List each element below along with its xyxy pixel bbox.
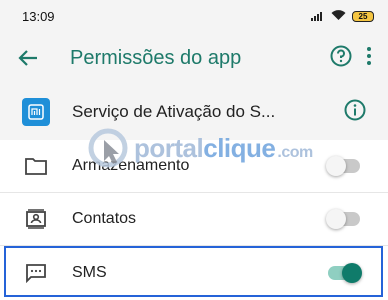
contacts-toggle[interactable] bbox=[326, 209, 360, 229]
battery-icon: 25 bbox=[352, 10, 374, 22]
wifi-icon bbox=[331, 9, 346, 24]
more-options-button[interactable] bbox=[366, 46, 372, 71]
status-icons: 25 bbox=[311, 9, 374, 24]
permission-row-contacts[interactable]: Contatos bbox=[0, 193, 388, 246]
battery-level: 25 bbox=[358, 11, 368, 21]
status-time: 13:09 bbox=[22, 8, 55, 24]
permission-label: Armazenamento bbox=[72, 157, 190, 174]
help-button[interactable] bbox=[330, 45, 352, 72]
sms-toggle[interactable] bbox=[328, 262, 362, 283]
folder-icon bbox=[12, 157, 60, 175]
app-logo bbox=[22, 98, 50, 126]
app-info-header: Serviço de Ativação do S... bbox=[0, 84, 388, 140]
permission-label: SMS bbox=[72, 263, 107, 281]
permission-row-storage[interactable]: Armazenamento bbox=[0, 140, 388, 193]
permission-row-sms[interactable]: SMS bbox=[0, 246, 388, 299]
permission-label: Contatos bbox=[72, 210, 137, 227]
storage-toggle[interactable] bbox=[326, 156, 360, 176]
page-title: Permissões do app bbox=[70, 46, 242, 69]
signal-icon bbox=[311, 9, 325, 24]
more-vert-icon bbox=[367, 46, 371, 65]
mi-logo-icon bbox=[28, 104, 44, 120]
contacts-icon bbox=[12, 209, 60, 229]
app-info-button[interactable] bbox=[344, 99, 366, 126]
info-icon bbox=[344, 99, 366, 120]
app-name: Serviço de Ativação do S... bbox=[72, 102, 276, 121]
help-icon bbox=[330, 45, 352, 66]
arrow-left-icon bbox=[18, 50, 37, 66]
sms-icon bbox=[12, 263, 60, 283]
back-button[interactable] bbox=[0, 32, 56, 84]
status-bar: 13:09 25 bbox=[0, 0, 388, 32]
app-bar: Permissões do app bbox=[0, 32, 388, 84]
